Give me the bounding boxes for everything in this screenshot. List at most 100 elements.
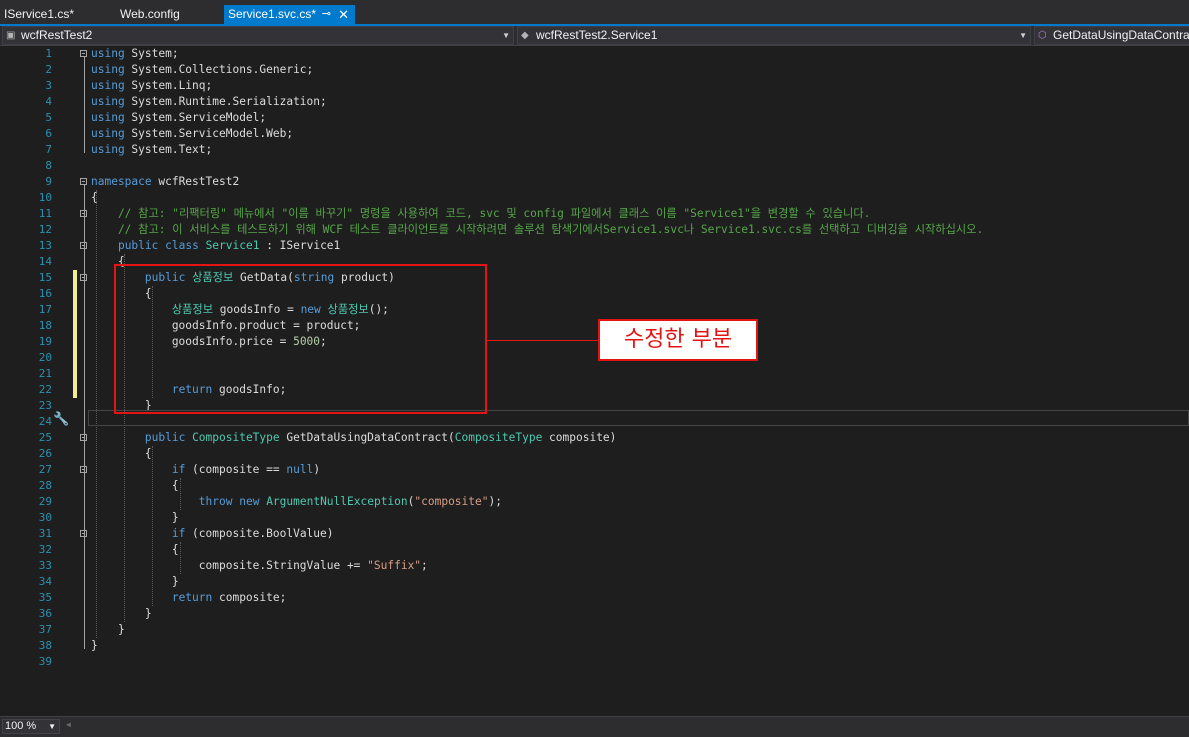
code-token: public [144, 431, 186, 444]
code-token: System.Linq; [124, 79, 213, 92]
code-line[interactable]: return composite; [91, 590, 287, 606]
code-token: new [239, 495, 260, 508]
line-number: 6 [45, 127, 52, 140]
tab-service1-svc[interactable]: Service1.svc.cs* ⊸ ✕ [224, 5, 355, 24]
line-number: 10 [38, 191, 52, 204]
code-line[interactable]: } [91, 606, 152, 622]
code-line[interactable]: } [91, 510, 179, 526]
code-line[interactable]: using System.Runtime.Serialization; [91, 94, 327, 110]
collapse-toggle-icon[interactable] [80, 50, 87, 57]
unsaved-change-bar [73, 270, 77, 398]
code-token: System.Text; [124, 143, 213, 156]
code-token: } [91, 575, 179, 588]
code-line[interactable]: using System; [91, 46, 179, 62]
editor-status-bar: 100 % ▼ ◀ [0, 716, 1189, 737]
code-line[interactable]: } [91, 574, 179, 590]
code-line[interactable]: using System.Linq; [91, 78, 212, 94]
code-token: using [91, 95, 125, 108]
code-token: ArgumentNullException [266, 495, 408, 508]
csharp-project-icon: ▣ [6, 30, 16, 41]
line-number: 9 [45, 175, 52, 188]
line-number: 26 [38, 447, 52, 460]
line-number: 14 [38, 255, 52, 268]
code-token: { [91, 479, 179, 492]
code-token: System.Collections.Generic; [124, 63, 314, 76]
code-token: using [91, 143, 125, 156]
modified-region-highlight [114, 264, 487, 414]
code-line[interactable]: if (composite.BoolValue) [91, 526, 334, 542]
code-token: class [165, 239, 199, 252]
code-line[interactable]: { [91, 446, 152, 462]
line-number: 19 [38, 335, 52, 348]
document-tab-strip: IService1.cs* Web.config Service1.svc.cs… [0, 0, 1189, 24]
code-line[interactable]: using System.ServiceModel.Web; [91, 126, 293, 142]
line-number: 27 [38, 463, 52, 476]
line-number: 21 [38, 367, 52, 380]
code-token: (composite.BoolValue) [185, 527, 334, 540]
code-line[interactable]: using System.Text; [91, 142, 212, 158]
line-number: 37 [38, 623, 52, 636]
quick-actions-icon[interactable]: 🔧 [53, 412, 69, 427]
outline-fold-line [84, 473, 85, 521]
tab-label: IService1.cs* [4, 7, 75, 21]
line-number: 38 [38, 639, 52, 652]
line-number: 15 [38, 271, 52, 284]
code-token: System.Runtime.Serialization; [124, 95, 327, 108]
code-token: namespace [91, 175, 152, 188]
code-token: using [91, 127, 125, 140]
zoom-level: 100 % [5, 720, 37, 732]
outline-fold-line [84, 281, 85, 409]
line-number: 31 [38, 527, 52, 540]
chevron-down-icon: ▼ [502, 31, 510, 40]
line-number: 23 [38, 399, 52, 412]
code-line[interactable]: if (composite == null) [91, 462, 320, 478]
code-line[interactable]: } [91, 638, 98, 654]
code-line[interactable]: { [91, 542, 179, 558]
line-number: 2 [45, 63, 52, 76]
code-token: using [91, 79, 125, 92]
code-token: using [91, 63, 125, 76]
code-line[interactable]: composite.StringValue += "Suffix"; [91, 558, 428, 574]
outline-fold-line [84, 537, 85, 585]
line-number: 29 [38, 495, 52, 508]
zoom-dropdown[interactable]: 100 % ▼ [2, 719, 60, 734]
code-editor[interactable]: 1 2 3 4 5 6 7 8 9 10 11 12 13 14 15 16 17 18 19 20 21 22 23 24 2… [0, 46, 1189, 716]
line-number: 16 [38, 287, 52, 300]
pin-icon[interactable]: ⊸ [322, 5, 331, 24]
code-line[interactable]: namespace wcfRestTest2 [91, 174, 239, 190]
code-line[interactable]: using System.ServiceModel; [91, 110, 266, 126]
code-line[interactable]: // 참고: "리팩터링" 메뉴에서 "이름 바꾸기" 명령을 사용하여 코드,… [91, 206, 870, 222]
chevron-down-icon: ▼ [48, 722, 56, 731]
tab-iservice1[interactable]: IService1.cs* [0, 5, 112, 24]
member-dropdown[interactable]: ⬡ GetDataUsingDataContra [1034, 26, 1189, 45]
line-number: 4 [45, 95, 52, 108]
method-icon: ⬡ [1038, 30, 1047, 41]
code-line[interactable]: { [91, 478, 179, 494]
code-line[interactable]: public CompositeType GetDataUsingDataCon… [91, 430, 617, 446]
close-icon[interactable]: ✕ [338, 5, 349, 24]
indent-guide [180, 542, 181, 574]
collapse-toggle-icon[interactable] [80, 178, 87, 185]
line-number: 1 [45, 47, 52, 60]
code-token: { [91, 543, 179, 556]
code-line[interactable]: // 참고: 이 서비스를 테스트하기 위해 WCF 테스트 클라이언트를 시작… [91, 222, 983, 238]
code-token: Service1 [205, 239, 260, 252]
line-number: 33 [38, 559, 52, 572]
type-dropdown[interactable]: ◆ wcfRestTest2.Service1 ▼ [517, 26, 1031, 45]
code-line[interactable]: public class Service1 : IService1 [91, 238, 340, 254]
code-token: System; [124, 47, 179, 60]
line-number: 24 [38, 415, 52, 428]
code-line[interactable]: using System.Collections.Generic; [91, 62, 313, 78]
code-token: } [91, 511, 179, 524]
project-dropdown[interactable]: ▣ wcfRestTest2 ▼ [2, 26, 514, 45]
tab-web-config[interactable]: Web.config [116, 5, 224, 24]
indent-guide [152, 446, 153, 606]
type-name: wcfRestTest2.Service1 [536, 28, 658, 42]
code-token: (composite == [185, 463, 287, 476]
line-number: 3 [45, 79, 52, 92]
scroll-left-icon[interactable]: ◀ [66, 720, 71, 729]
callout-connector [487, 340, 598, 341]
